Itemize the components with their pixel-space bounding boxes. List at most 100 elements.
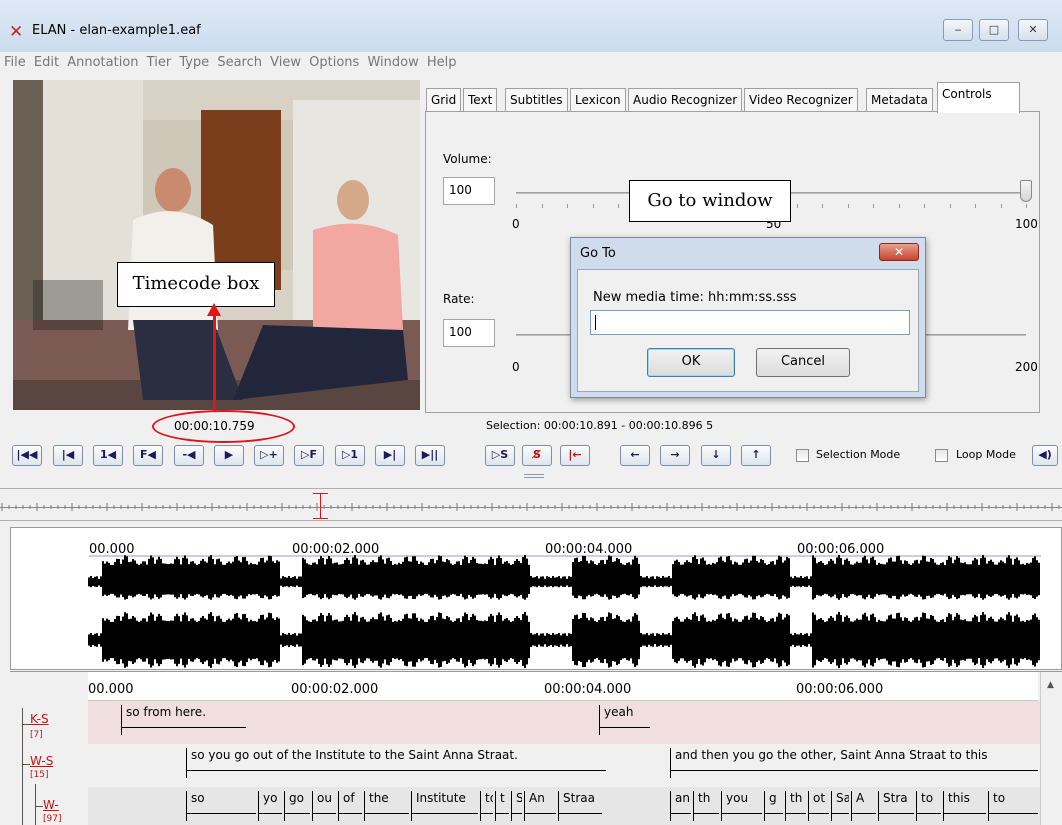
menu-edit[interactable]: Edit (30, 52, 59, 70)
loop-mode-checkbox[interactable] (935, 449, 948, 462)
annotation[interactable]: yo (258, 791, 282, 821)
slider-tick (924, 204, 925, 208)
menu-annotation[interactable]: Annotation (63, 52, 138, 70)
annotation[interactable]: Stra (878, 791, 914, 821)
annotation[interactable]: Sa (831, 791, 849, 821)
annotation[interactable]: of (338, 791, 362, 821)
tier-row-w[interactable]: soyogoouoftheInstitutetotSAnStraaanthyou… (88, 787, 1048, 825)
tab-controls[interactable]: Controls (937, 82, 1020, 113)
menu-help[interactable]: Help (423, 52, 457, 70)
tab-metadata[interactable]: Metadata (866, 88, 933, 112)
media-time-prompt: New media time: hh:mm:ss.sss (593, 290, 797, 305)
second-back-button[interactable]: 1◀ (93, 445, 123, 466)
waveform-viewer[interactable]: 00.000 00:00:02.000 00:00:04.000 00:00:0… (10, 527, 1062, 670)
rate-value-field[interactable]: 100 (443, 319, 495, 347)
splitter-handle[interactable] (524, 474, 544, 478)
annotation[interactable]: so (186, 791, 256, 821)
menu-tier[interactable]: Tier (143, 52, 172, 70)
tier-count-ks: [7] (30, 730, 43, 740)
video-viewer[interactable] (13, 80, 420, 410)
menu-options[interactable]: Options (305, 52, 359, 70)
annotation[interactable]: yeah (599, 705, 650, 735)
annotation[interactable]: S (511, 791, 522, 821)
annotation[interactable]: to (988, 791, 1038, 821)
selection-mode-checkbox[interactable] (796, 449, 809, 462)
annotation[interactable]: Institute (411, 791, 478, 821)
annotation[interactable]: An (524, 791, 556, 821)
tab-audio-recognizer[interactable]: Audio Recognizer (628, 88, 743, 112)
annotation[interactable]: so from here. (121, 705, 246, 735)
tab-grid[interactable]: Grid (426, 88, 462, 112)
annotation[interactable]: th (785, 791, 806, 821)
go-to-end-button[interactable]: ▶|| (415, 445, 445, 466)
clear-selection-button[interactable]: S̸ (522, 445, 552, 466)
tier-name-ks[interactable]: K-S (30, 712, 49, 726)
annotation[interactable]: the (364, 791, 409, 821)
menu-type[interactable]: Type (175, 52, 209, 70)
tab-text[interactable]: Text (463, 88, 498, 112)
overview-cursor[interactable] (320, 493, 321, 518)
annotation[interactable]: t (495, 791, 509, 821)
goto-dialog-close-button[interactable]: ✕ (879, 243, 919, 261)
next-frame-button[interactable]: ▷F (294, 445, 324, 466)
go-to-begin-button[interactable]: |◀◀ (12, 445, 42, 466)
annotation[interactable]: A (851, 791, 876, 821)
menu-window[interactable]: Window (363, 52, 418, 70)
annotation[interactable]: so you go out of the Institute to the Sa… (186, 748, 606, 778)
scroll-up-icon[interactable]: ▲ (1047, 680, 1054, 690)
next-ms-button[interactable]: ▷+ (254, 445, 284, 466)
close-button[interactable]: ✕ (1018, 19, 1048, 41)
play-selection-button[interactable]: ▷S (485, 445, 515, 466)
menu-file[interactable]: File (0, 52, 26, 70)
tab-lexicon[interactable]: Lexicon (570, 88, 626, 112)
goto-dialog-body: New media time: hh:mm:ss.sss OK Cancel (577, 269, 919, 392)
previous-annotation-button[interactable]: ← (620, 445, 650, 466)
annotation[interactable]: Straa (558, 791, 602, 821)
previous-frame-block-button[interactable]: |◀ (53, 445, 83, 466)
tier-tree-line (22, 708, 23, 825)
timeline-scrollbar[interactable]: ▲ (1040, 672, 1062, 825)
next-annotation-button[interactable]: → (660, 445, 690, 466)
annotation[interactable]: th (693, 791, 719, 821)
annotation[interactable]: g (764, 791, 783, 821)
annotation[interactable]: an (670, 791, 691, 821)
overview-timeline[interactable] (0, 488, 1062, 521)
annotation[interactable]: this (943, 791, 986, 821)
annotation[interactable]: and then you go the other, Saint Anna St… (670, 748, 1038, 778)
annotation[interactable]: go (284, 791, 310, 821)
volume-value-field[interactable]: 100 (443, 177, 495, 205)
maximize-button[interactable]: □ (979, 19, 1009, 41)
annotation[interactable]: you (721, 791, 762, 821)
annotation[interactable]: to (480, 791, 493, 821)
menu-search[interactable]: Search (213, 52, 262, 70)
cancel-button[interactable]: Cancel (756, 348, 850, 377)
tier-row-ws[interactable]: so you go out of the Institute to the Sa… (88, 744, 1048, 787)
selection-begin-button[interactable]: |← (560, 445, 590, 466)
previous-ms-button[interactable]: -◀ (174, 445, 204, 466)
menu-view[interactable]: View (266, 52, 301, 70)
volume-slider-thumb[interactable] (1020, 180, 1032, 202)
tier-name-w[interactable]: W- (43, 798, 59, 812)
media-time-input[interactable] (590, 310, 910, 335)
ok-button[interactable]: OK (647, 348, 735, 377)
play-button[interactable]: ▶ (214, 445, 244, 466)
annotation-down-button[interactable]: ↓ (701, 445, 731, 466)
annotation-up-button[interactable]: ↑ (741, 445, 771, 466)
annotation[interactable]: ot (808, 791, 829, 821)
annotation[interactable]: to (916, 791, 941, 821)
previous-frame-button[interactable]: F◀ (133, 445, 163, 466)
tab-video-recognizer[interactable]: Video Recognizer (744, 88, 858, 112)
minimize-button[interactable]: ‒ (943, 19, 973, 41)
next-frame-block-button[interactable]: ▶| (375, 445, 405, 466)
volume-speaker-icon[interactable]: ◀) (1032, 445, 1058, 466)
timecode-display[interactable]: 00:00:10.759 (174, 419, 255, 433)
slider-tick (516, 204, 517, 208)
waveform-time-label: 00:00:02.000 (292, 542, 380, 557)
annotation[interactable]: ou (312, 791, 336, 821)
tier-name-ws[interactable]: W-S (30, 754, 53, 768)
timeline-viewer[interactable]: K-S [7] W-S [15] W- [97] 00.000 00:00:02… (10, 671, 1062, 825)
second-forward-button[interactable]: ▷1 (335, 445, 365, 466)
tab-subtitles[interactable]: Subtitles (505, 88, 568, 112)
tier-time-label: 00:00:06.000 (796, 682, 884, 697)
tier-row-ks[interactable]: so from here. yeah (88, 701, 1048, 744)
